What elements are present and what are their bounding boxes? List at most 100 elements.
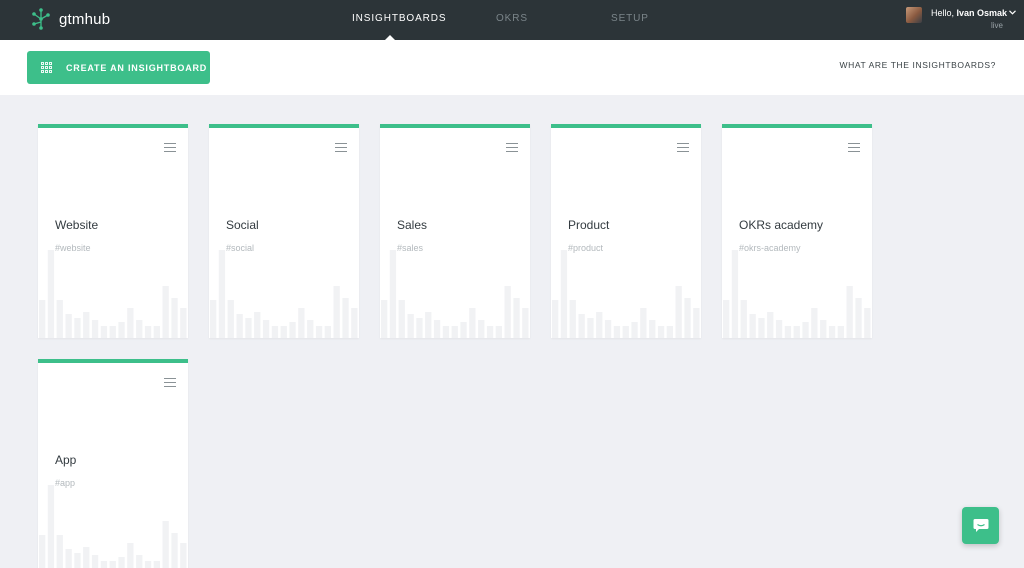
sparkline-bar <box>153 561 160 568</box>
sparkline-bar <box>271 326 279 338</box>
create-button-label: CREATE AN INSIGHTBOARD <box>66 62 208 73</box>
board-title: Sales <box>397 218 428 232</box>
greeting-text: Hello, <box>931 8 955 18</box>
sparkline-bar <box>775 320 783 338</box>
sparkline-bar <box>289 322 296 338</box>
sparkline-bar <box>802 322 809 338</box>
sparkline-bar <box>613 326 621 338</box>
board-title: App <box>55 453 77 467</box>
sparkline-bar <box>469 308 476 338</box>
sparkline-bar <box>604 320 612 338</box>
sparkline-bar <box>39 300 46 338</box>
sparkline-bar <box>693 308 700 338</box>
tab-okrs[interactable]: OKRS <box>496 13 528 24</box>
user-name: Ivan Osmak <box>956 8 1008 18</box>
tab-setup[interactable]: SETUP <box>611 13 649 24</box>
hamburger-icon[interactable] <box>164 143 176 153</box>
sparkline-bar <box>144 561 152 568</box>
insightboard-card[interactable]: App #app <box>38 359 188 568</box>
user-status: live <box>991 21 1004 30</box>
hamburger-icon[interactable] <box>677 143 689 153</box>
hamburger-icon[interactable] <box>506 143 518 153</box>
sparkline-bar <box>254 312 261 338</box>
sparkline-bar <box>478 320 485 338</box>
sparkline-bar <box>136 555 143 568</box>
hamburger-icon[interactable] <box>335 143 347 153</box>
sparkline-bar <box>74 553 81 568</box>
sparkline-bar <box>153 326 160 338</box>
sparkline-bar <box>136 320 143 338</box>
sparkline-bar <box>171 533 178 568</box>
sparkline-bar <box>39 535 46 568</box>
top-navbar: gtmhub INSIGHTBOARDS OKRS SETUP Hello, I… <box>0 0 1024 40</box>
sparkline-bar <box>236 314 243 338</box>
sparkline-bar <box>433 320 441 338</box>
background-sparkline <box>39 250 187 338</box>
sparkline-bar <box>723 300 730 338</box>
logo[interactable]: gtmhub <box>31 8 110 30</box>
avatar[interactable] <box>906 7 922 23</box>
sparkline-bar <box>389 250 397 338</box>
sparkline-bar <box>784 326 792 338</box>
sparkline-bar <box>118 557 125 568</box>
board-title: Website <box>55 218 99 232</box>
sparkline-bar <box>767 312 774 338</box>
insightboard-card[interactable]: Sales #sales <box>380 124 530 338</box>
sparkline-bar <box>65 314 72 338</box>
sparkline-bar <box>731 250 739 338</box>
sparkline-bar <box>631 322 638 338</box>
sparkline-bar <box>495 326 502 338</box>
hamburger-icon[interactable] <box>164 378 176 388</box>
insightboard-card[interactable]: Social #social <box>209 124 359 338</box>
sparkline-bar <box>569 300 576 338</box>
sparkline-bar <box>837 326 844 338</box>
sparkline-bar <box>560 250 568 338</box>
sparkline-bar <box>227 300 234 338</box>
sparkline-bar <box>118 322 125 338</box>
insightboard-card[interactable]: Website #website <box>38 124 188 338</box>
background-sparkline <box>39 485 187 568</box>
sparkline-bar <box>416 318 423 338</box>
background-sparkline <box>381 250 529 338</box>
sparkline-bar <box>218 250 226 338</box>
insightboard-card[interactable]: OKRs academy #okrs-academy <box>722 124 872 338</box>
sparkline-bar <box>486 326 494 338</box>
board-title: Product <box>568 218 610 232</box>
background-sparkline <box>210 250 358 338</box>
sparkline-bar <box>83 312 90 338</box>
sparkline-bar <box>162 286 169 338</box>
chat-button[interactable] <box>962 507 999 544</box>
sparkline-bar <box>398 300 405 338</box>
hamburger-icon[interactable] <box>848 143 860 153</box>
sparkline-bar <box>425 312 432 338</box>
sparkline-bar <box>47 485 55 568</box>
sparkline-bar <box>864 308 871 338</box>
chat-icon <box>973 519 988 532</box>
sparkline-bar <box>245 318 252 338</box>
sparkline-bar <box>171 298 178 338</box>
sparkline-bar <box>622 326 629 338</box>
background-sparkline <box>723 250 871 338</box>
sparkline-bar <box>587 318 594 338</box>
chevron-down-icon[interactable] <box>1009 10 1016 15</box>
sparkline-bar <box>180 308 187 338</box>
insightboard-card[interactable]: Product #product <box>551 124 701 338</box>
sparkline-bar <box>74 318 81 338</box>
create-insightboard-button[interactable]: CREATE AN INSIGHTBOARD <box>27 51 210 84</box>
sparkline-bar <box>846 286 853 338</box>
sparkline-bar <box>666 326 673 338</box>
what-are-insightboards-link[interactable]: WHAT ARE THE INSIGHTBOARDS? <box>840 60 996 70</box>
sparkline-bar <box>91 555 99 568</box>
sparkline-bar <box>262 320 270 338</box>
tab-insightboards[interactable]: INSIGHTBOARDS <box>352 13 447 24</box>
sparkline-bar <box>83 547 90 568</box>
sparkline-bar <box>749 314 756 338</box>
sparkline-bar <box>100 561 108 568</box>
sparkline-bar <box>210 300 217 338</box>
sparkline-bar <box>820 320 827 338</box>
sparkline-bar <box>640 308 647 338</box>
sparkline-bar <box>307 320 314 338</box>
sparkline-bar <box>811 308 818 338</box>
user-greeting[interactable]: Hello, Ivan Osmak <box>931 8 1007 18</box>
sparkline-bar <box>793 326 800 338</box>
